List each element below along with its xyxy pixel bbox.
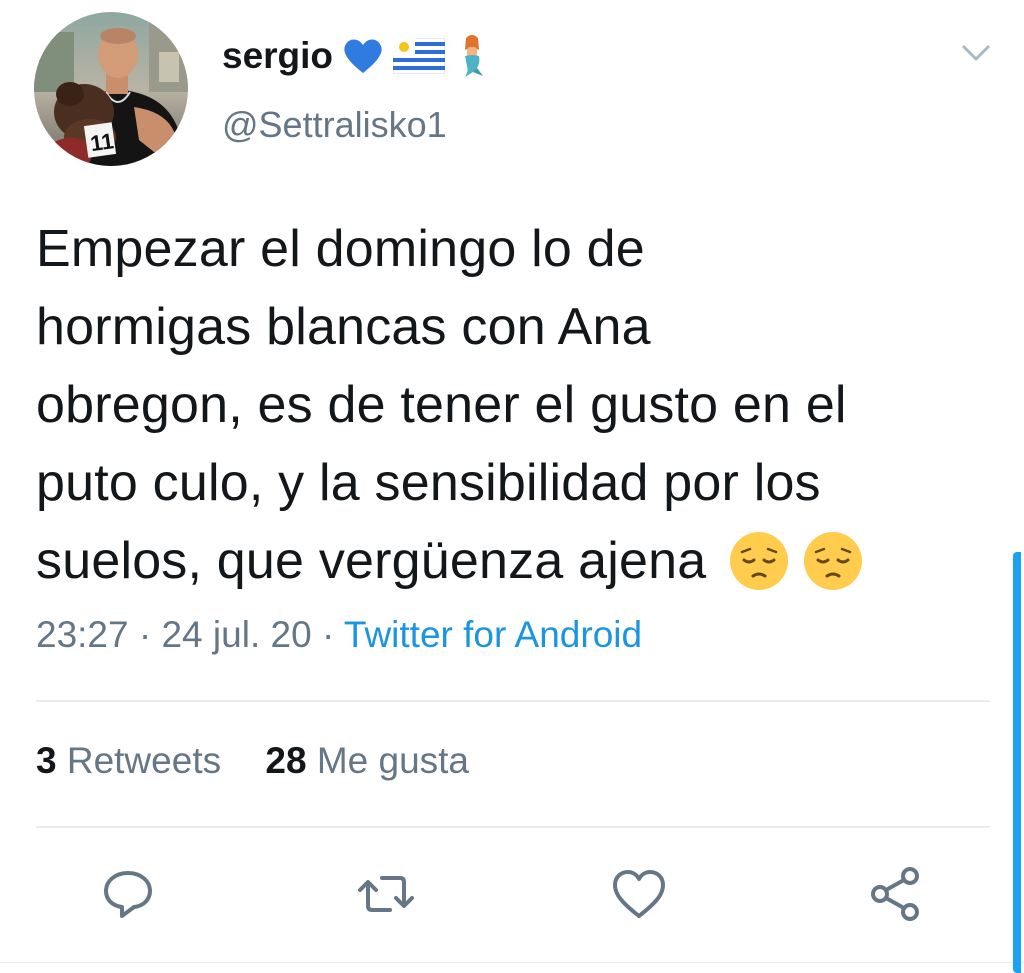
blue-heart-icon [344,39,382,73]
retweets-count: 3 [36,740,57,781]
chevron-down-icon[interactable] [956,38,996,68]
tweet-stats: 3 Retweets 28 Me gusta [36,740,503,782]
tweet-text-line: puto culo, y la sensibilidad por los [36,454,821,512]
divider [36,700,990,702]
retweets-label: Retweets [66,740,222,781]
tweet-text-line: suelos, que vergüenza ajena [36,532,707,590]
retweet-icon[interactable] [356,864,416,924]
mermaid-icon [465,35,484,77]
tweet-text-last-line: suelos, que vergüenza ajena [36,522,996,600]
tweet-text-line: obregon, es de tener el gusto en el [36,376,847,434]
likes-count: 28 [265,740,307,781]
author-display-name[interactable]: sergio [222,34,489,78]
meta-separator: · [138,614,152,655]
tweet-text-line: hormigas blancas con Ana [36,298,651,356]
divider [36,826,990,828]
pensive-face-icon [730,532,789,590]
tweet-source-link[interactable]: Twitter for Android [344,614,642,655]
reply-icon[interactable] [98,864,158,924]
tweet-text: Empezar el domingo lo de hormigas blanca… [36,210,996,600]
avatar-photo: 11 [34,12,188,166]
scrollbar[interactable] [1013,552,1021,973]
bottom-divider [0,962,1024,963]
tweet-time: 23:27 [36,614,129,655]
avatar-badge-number: 11 [89,128,116,156]
like-icon[interactable] [609,864,669,924]
tweet-action-bar [0,864,1024,924]
likes-label: Me gusta [316,740,470,781]
tweet-detail-page: 11 sergio @Settralisko1 Empezar el domin… [0,0,1024,973]
display-name-text: sergio [222,35,334,76]
author-avatar[interactable]: 11 [34,12,188,166]
retweets-stat[interactable]: 3 Retweets [36,740,231,781]
share-icon[interactable] [866,864,926,924]
meta-separator: · [321,614,335,655]
tweet-meta: 23:27 · 24 jul. 20 · Twitter for Android [36,614,642,656]
tweet-text-line: Empezar el domingo lo de [36,220,645,278]
author-handle[interactable]: @Settralisko1 [222,104,447,146]
uruguay-flag-icon [393,38,446,74]
pensive-face-icon [804,532,863,590]
likes-stat[interactable]: 28 Me gusta [265,740,469,781]
tweet-date: 24 jul. 20 [161,614,312,655]
